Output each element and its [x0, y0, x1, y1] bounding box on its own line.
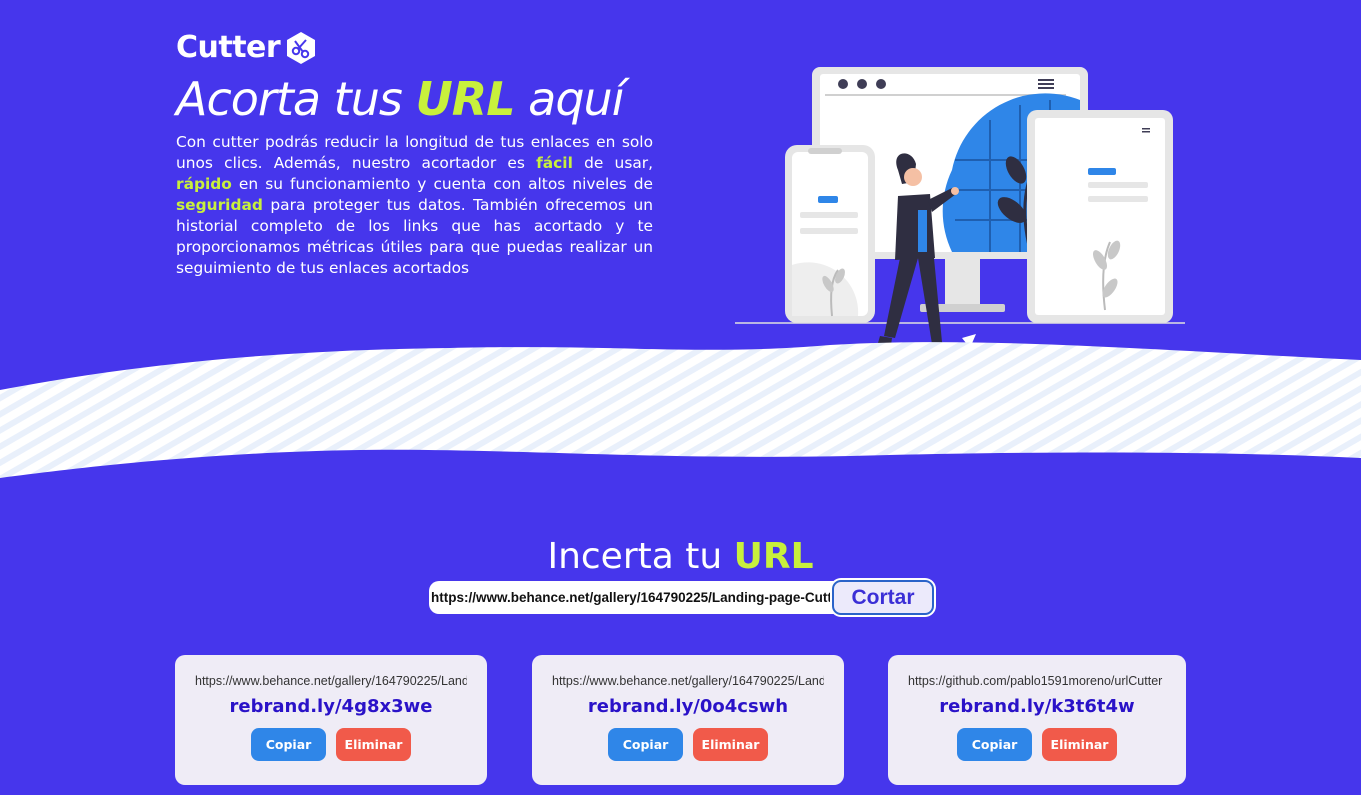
copy-button[interactable]: Copiar: [957, 728, 1032, 761]
short-link[interactable]: rebrand.ly/4g8x3we: [175, 695, 487, 719]
scissors-hexagon-icon: [287, 31, 316, 64]
url-input[interactable]: [429, 581, 849, 614]
wave-divider: [0, 342, 1361, 478]
hero-title-highlight: URL: [415, 72, 515, 126]
hero-desc-highlight: rápido: [176, 175, 232, 193]
card-actions: Copiar Eliminar: [175, 728, 487, 761]
link-card: https://www.behance.net/gallery/16479022…: [532, 655, 844, 785]
short-link[interactable]: rebrand.ly/0o4cswh: [532, 695, 844, 719]
original-url: https://www.behance.net/gallery/16479022…: [195, 674, 467, 688]
short-link[interactable]: rebrand.ly/k3t6t4w: [888, 695, 1186, 719]
shorten-form: Cortar: [429, 580, 934, 615]
hero-title: Acorta tus URL aquí: [176, 70, 624, 128]
hero-illustration: [735, 67, 1185, 356]
hero-title-pre: Acorta tus: [176, 72, 416, 126]
link-card: https://github.com/pablo1591moreno/urlCu…: [888, 655, 1186, 785]
copy-button[interactable]: Copiar: [608, 728, 683, 761]
original-url: https://github.com/pablo1591moreno/urlCu…: [908, 674, 1163, 688]
brand-logo[interactable]: Cutter: [176, 30, 318, 65]
hero-desc-text: en su funcionamiento y cuenta con altos …: [231, 175, 653, 193]
copy-button[interactable]: Copiar: [251, 728, 326, 761]
hero-description: Con cutter podrás reducir la longitud de…: [176, 132, 653, 279]
delete-button[interactable]: Eliminar: [1042, 728, 1117, 761]
form-title-pre: Incerta tu: [547, 536, 734, 577]
delete-button[interactable]: Eliminar: [693, 728, 768, 761]
original-url: https://www.behance.net/gallery/16479022…: [552, 674, 824, 688]
hero-desc-highlight: fácil: [536, 154, 573, 172]
brand-name: Cutter: [176, 30, 281, 65]
card-actions: Copiar Eliminar: [532, 728, 844, 761]
link-card: https://www.behance.net/gallery/16479022…: [175, 655, 487, 785]
hero-title-post: aquí: [514, 72, 624, 126]
form-title-highlight: URL: [733, 536, 814, 577]
cut-button[interactable]: Cortar: [832, 580, 934, 615]
card-actions: Copiar Eliminar: [888, 728, 1186, 761]
delete-button[interactable]: Eliminar: [336, 728, 411, 761]
form-title: Incerta tu URL: [0, 534, 1361, 580]
hero-desc-highlight: seguridad: [176, 196, 263, 214]
hero-desc-text: de usar,: [572, 154, 653, 172]
